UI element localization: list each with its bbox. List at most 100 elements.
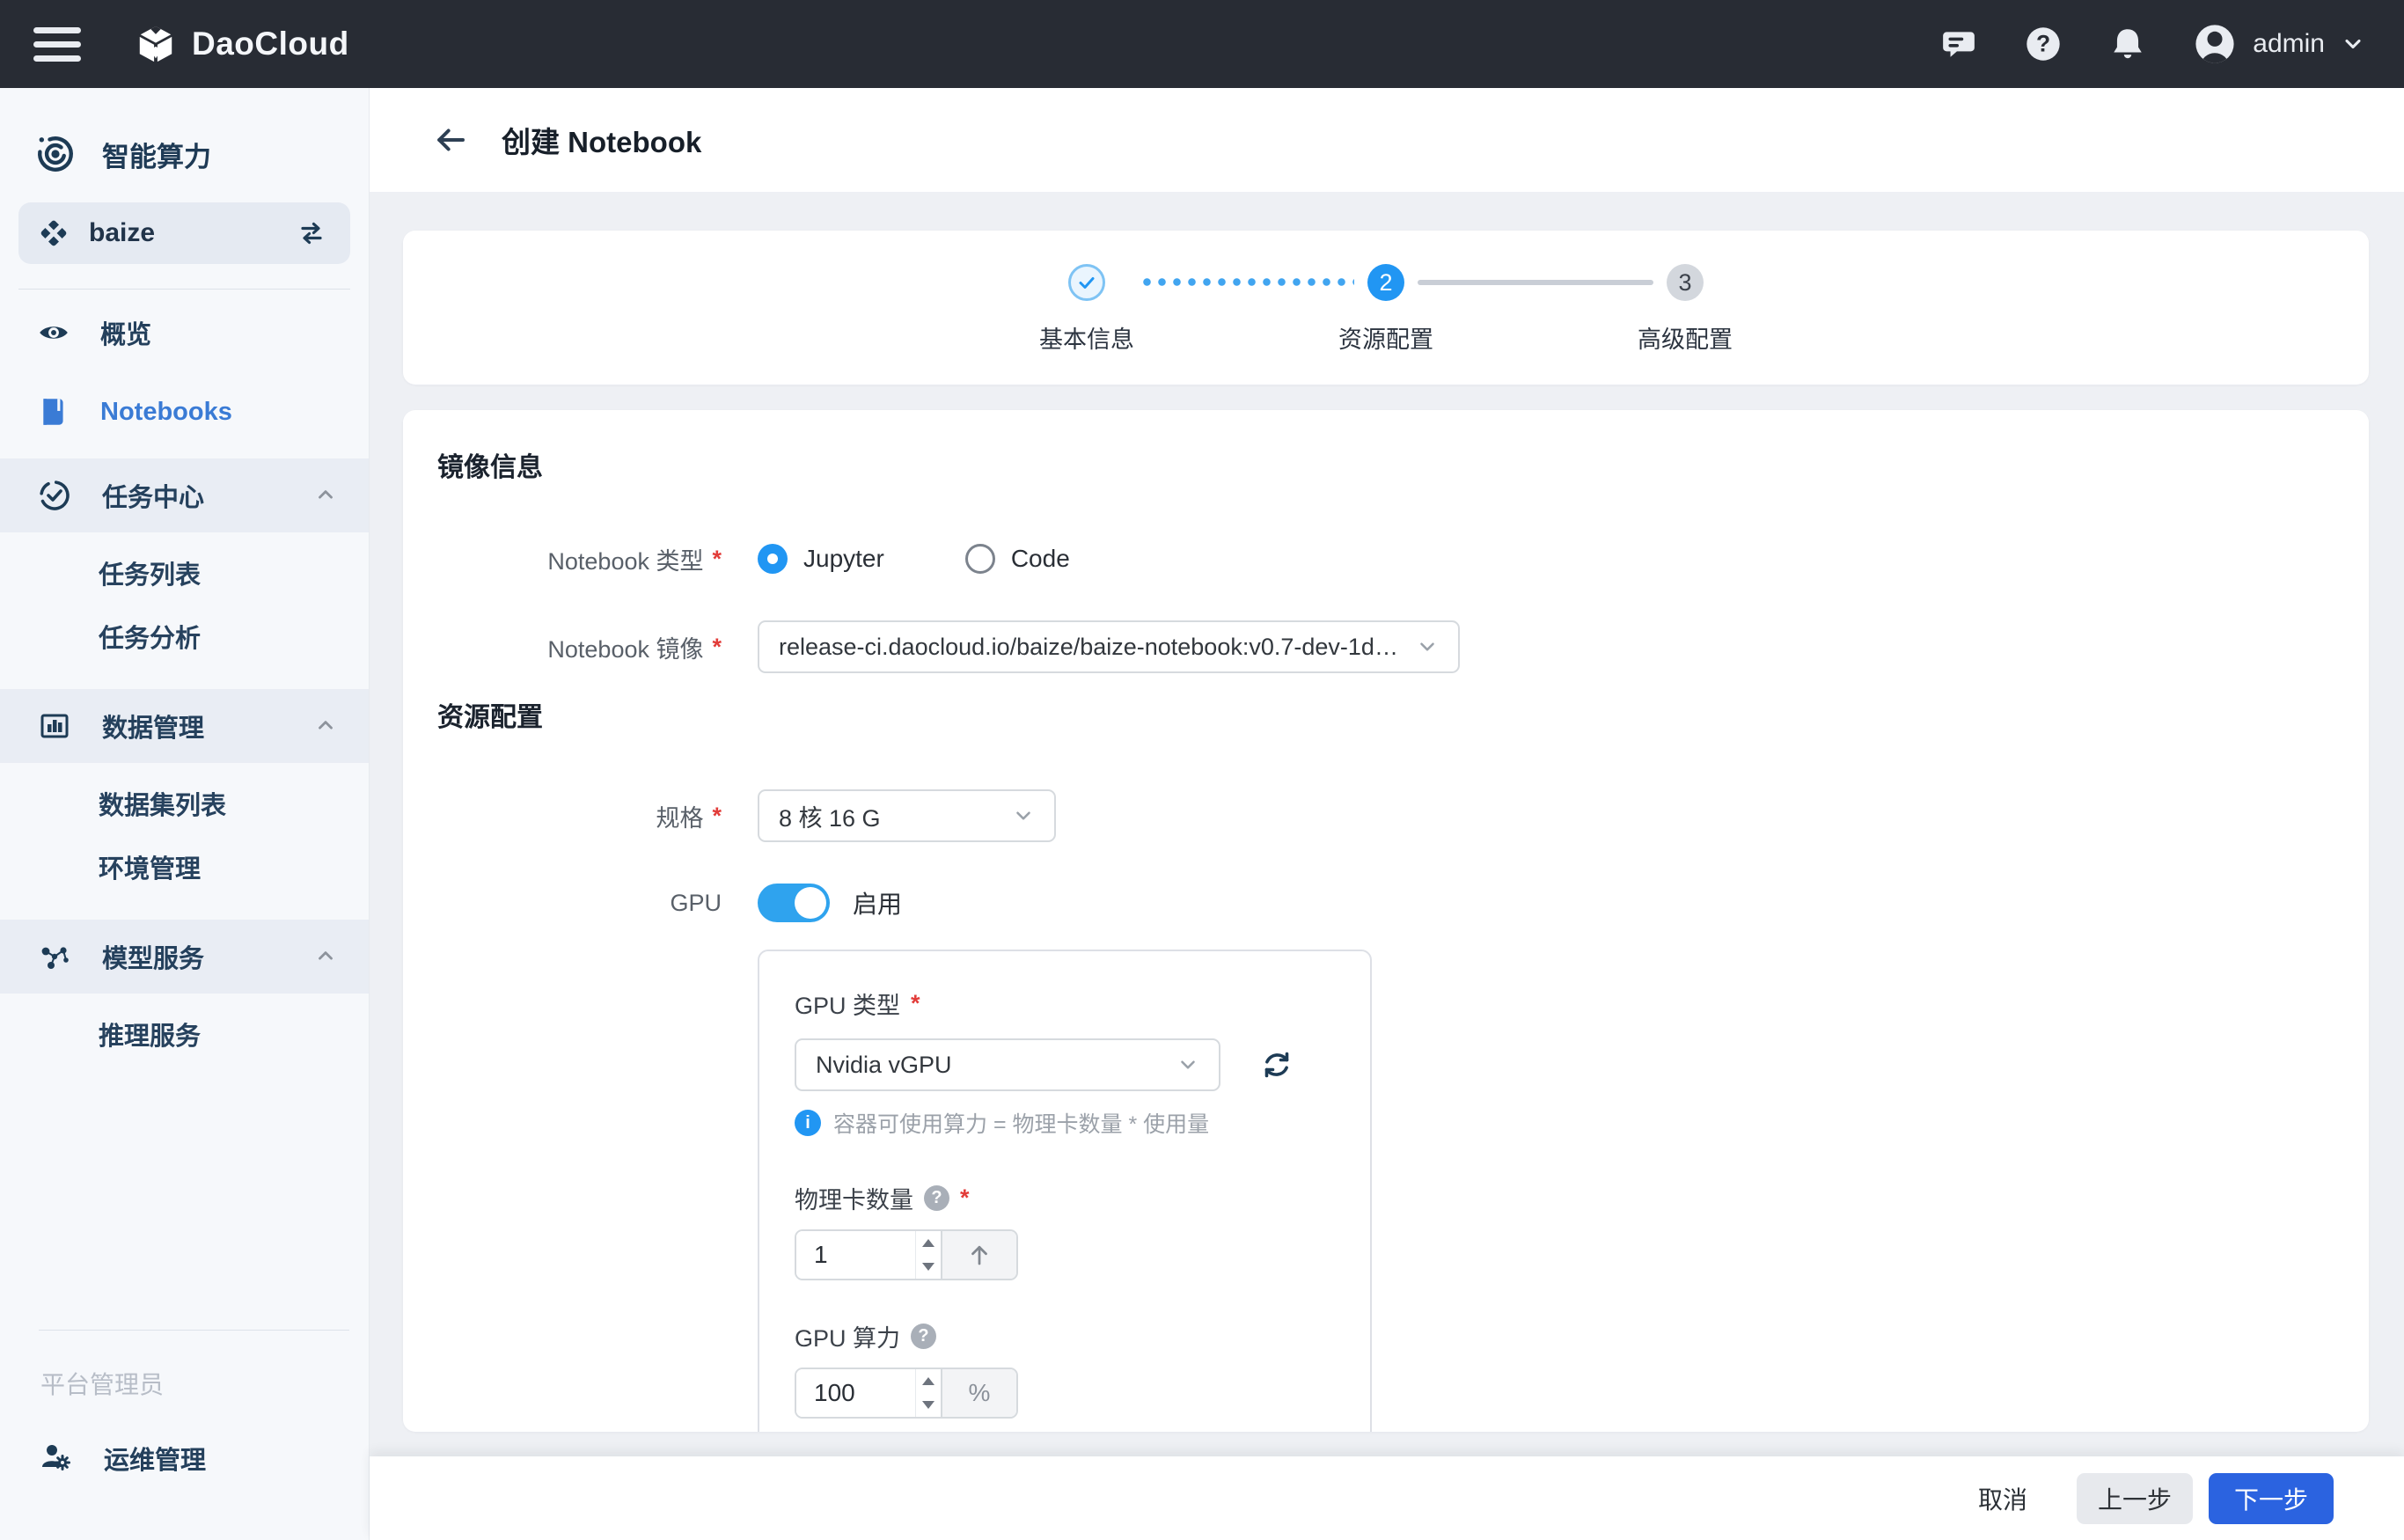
sidebar-divider <box>18 289 350 290</box>
chevron-down-icon <box>1176 1053 1199 1076</box>
gpu-row: GPU 启用 <box>437 884 2334 922</box>
required-asterisk: * <box>712 803 722 830</box>
sidebar-item-dataset-list[interactable]: 数据集列表 <box>0 772 369 835</box>
ai-compute-icon <box>35 134 76 174</box>
notebook-type-row: Notebook 类型* Jupyter Code <box>437 541 2334 576</box>
role-label: 平台管理员 <box>40 1366 369 1401</box>
sidebar-item-label: Notebooks <box>100 398 232 427</box>
sidebar-group-label: 数据管理 <box>102 708 284 744</box>
stepper-card: 2 3 基本信息 资源配置 高级配置 <box>403 231 2369 385</box>
model-service-sublist: 推理服务 <box>0 994 369 1069</box>
sidebar-item-ops-management[interactable]: 运维管理 <box>0 1440 369 1477</box>
gpu-compute-label: GPU 算力 ? <box>795 1319 1335 1353</box>
notebook-type-label: Notebook 类型* <box>437 542 722 576</box>
sidebar-group-label: 模型服务 <box>102 938 284 975</box>
spinner-up-icon[interactable] <box>916 1231 941 1255</box>
task-center-icon <box>37 478 72 513</box>
radio-unselected-icon <box>965 544 995 574</box>
chevron-up-icon <box>314 715 337 737</box>
chevron-down-icon <box>1416 635 1439 658</box>
gpu-label: GPU <box>437 890 722 917</box>
gpu-type-select[interactable]: Nvidia vGPU <box>795 1038 1220 1091</box>
stepper-connector-solid <box>1418 280 1653 285</box>
sidebar-group-task-center[interactable]: 任务中心 <box>0 458 369 532</box>
stepper: 2 3 基本信息 资源配置 高级配置 <box>403 231 2369 385</box>
user-name: admin <box>2253 29 2325 59</box>
notebook-image-select[interactable]: release-ci.daocloud.io/baize/baize-noteb… <box>758 620 1460 673</box>
gpu-toggle-on[interactable] <box>758 884 830 922</box>
check-icon <box>1076 272 1097 293</box>
spinner-up-icon[interactable] <box>916 1369 941 1393</box>
user-chevron-down-icon <box>2341 32 2365 56</box>
help-icon[interactable]: ? <box>2024 25 2063 63</box>
sidebar-item-inference-service[interactable]: 推理服务 <box>0 1002 369 1066</box>
sidebar-module-header: 智能算力 <box>0 88 369 174</box>
daocloud-logo-icon <box>136 24 176 64</box>
footer-gap <box>370 1432 2404 1456</box>
sidebar-item-label: 运维管理 <box>104 1440 206 1477</box>
module-title: 智能算力 <box>102 135 211 174</box>
sidebar-item-overview[interactable]: 概览 <box>0 304 369 362</box>
main-area: 创建 Notebook 2 3 基本信息 资源配置 高级 <box>370 88 2404 1540</box>
previous-step-button[interactable]: 上一步 <box>2077 1473 2193 1524</box>
gpu-type-label: GPU 类型* <box>795 986 1335 1021</box>
card-count-spinner <box>915 1231 941 1279</box>
gpu-settings-panel: GPU 类型* Nvidia vGPU <box>758 950 1372 1432</box>
back-arrow-icon[interactable] <box>429 119 472 161</box>
top-navbar: DaoCloud ? <box>0 0 2404 88</box>
sidebar-nav: 概览 Notebooks 任务中心 <box>0 304 369 1069</box>
question-icon[interactable]: ? <box>924 1185 949 1211</box>
sidebar-item-task-analysis[interactable]: 任务分析 <box>0 605 369 668</box>
chevron-up-icon <box>314 945 337 968</box>
spec-label: 规格* <box>437 799 722 833</box>
notebook-book-icon <box>37 395 70 429</box>
spinner-down-icon[interactable] <box>916 1255 941 1279</box>
refresh-icon[interactable] <box>1259 1047 1294 1082</box>
gpu-compute-input[interactable] <box>796 1369 915 1417</box>
sidebar-item-label: 概览 <box>100 314 151 351</box>
workspace-switch-icon[interactable] <box>296 217 327 249</box>
question-icon[interactable]: ? <box>911 1324 936 1349</box>
sidebar-group-model-service[interactable]: 模型服务 <box>0 920 369 994</box>
svg-text:?: ? <box>2036 30 2050 56</box>
info-icon: i <box>795 1110 821 1136</box>
sidebar-item-environment[interactable]: 环境管理 <box>0 835 369 898</box>
card-count-input[interactable] <box>796 1231 915 1279</box>
toggle-knob <box>795 887 826 919</box>
spinner-down-icon[interactable] <box>916 1393 941 1417</box>
card-count-unit-icon <box>941 1231 1016 1279</box>
notebook-image-label: Notebook 镜像* <box>437 630 722 664</box>
workspace-selector[interactable]: baize <box>18 202 350 264</box>
brand-name: DaoCloud <box>192 26 349 62</box>
data-management-sublist: 数据集列表 环境管理 <box>0 763 369 902</box>
card-count-label: 物理卡数量 ? * <box>795 1181 1335 1215</box>
radio-jupyter[interactable]: Jupyter <box>758 544 884 574</box>
model-service-icon <box>37 939 72 974</box>
cancel-button[interactable]: 取消 <box>1969 1473 2036 1524</box>
sidebar-bottom: 平台管理员 <box>0 1330 369 1540</box>
radio-code[interactable]: Code <box>965 544 1070 574</box>
step-2-circle-active[interactable]: 2 <box>1367 264 1404 301</box>
task-center-sublist: 任务列表 任务分析 <box>0 532 369 671</box>
step-3-circle[interactable]: 3 <box>1667 264 1704 301</box>
user-menu[interactable]: admin <box>2193 22 2365 66</box>
spec-select[interactable]: 8 核 16 G <box>758 789 1056 842</box>
content: 2 3 基本信息 资源配置 高级配置 镜像信息 Notebook 类型* <box>370 192 2404 1432</box>
next-step-button[interactable]: 下一步 <box>2209 1473 2334 1524</box>
step-1-circle-done[interactable] <box>1068 264 1105 301</box>
required-asterisk: * <box>712 634 722 661</box>
gpu-compute-input-group: % <box>795 1368 1018 1419</box>
sidebar-item-task-list[interactable]: 任务列表 <box>0 541 369 605</box>
gpu-info-text: 容器可使用算力 = 物理卡数量 * 使用量 <box>833 1107 1209 1139</box>
section-title-resource-config: 资源配置 <box>437 704 2334 732</box>
hamburger-menu-icon[interactable] <box>33 25 83 63</box>
messages-icon[interactable] <box>1939 25 1978 63</box>
sidebar-group-data-management[interactable]: 数据管理 <box>0 689 369 763</box>
notifications-bell-icon[interactable] <box>2108 25 2147 63</box>
sidebar-item-notebooks[interactable]: Notebooks <box>0 383 369 441</box>
chevron-up-icon <box>314 484 337 507</box>
page-title: 创建 Notebook <box>502 119 701 161</box>
data-management-icon <box>37 708 72 744</box>
workspace-icon <box>38 217 70 249</box>
eye-icon <box>37 316 70 349</box>
